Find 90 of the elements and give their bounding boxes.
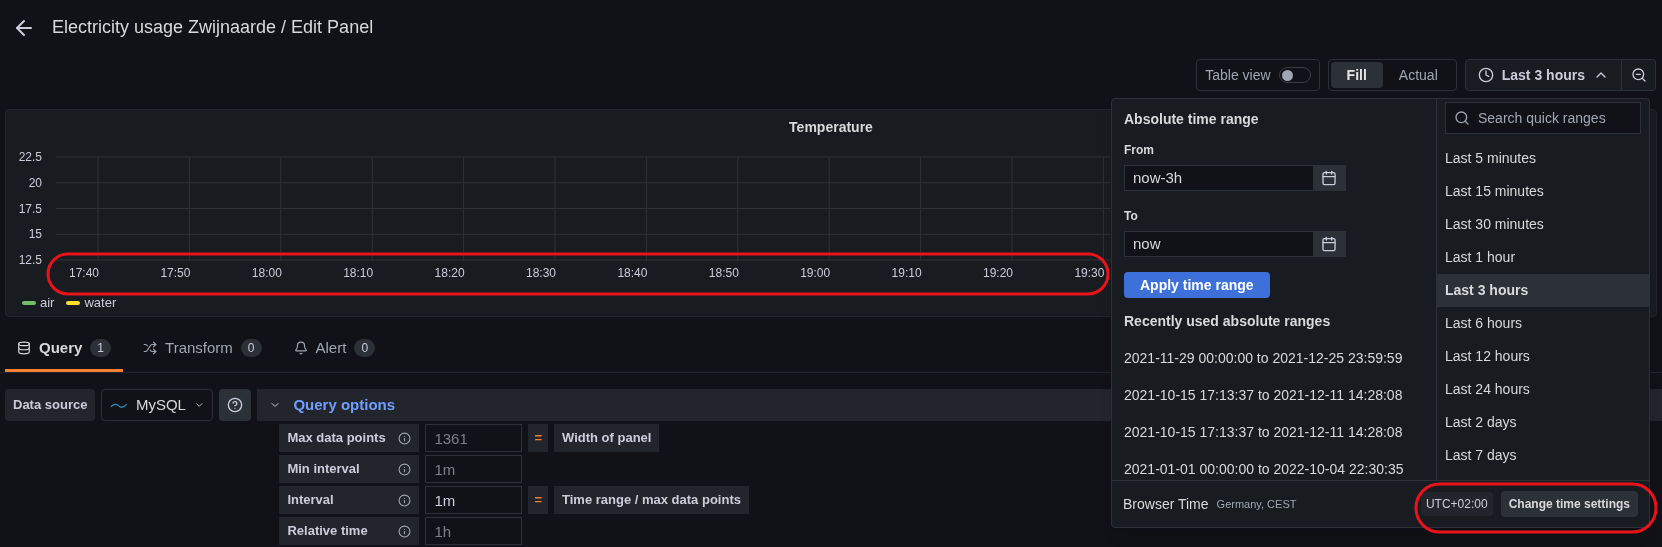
time-picker-button[interactable]: Last 3 hours [1464, 59, 1622, 91]
x-axis-label: 19:00 [800, 266, 831, 280]
page-title: Electricity usage Zwijnaarde / Edit Panel [52, 16, 374, 39]
option-note: Width of panel [554, 424, 660, 452]
x-axis-label: 17:50 [160, 266, 191, 280]
info-icon[interactable] [398, 493, 412, 507]
data-source-select[interactable]: MySQL [101, 389, 214, 421]
x-axis-label: 18:10 [343, 266, 374, 280]
quick-range-item[interactable]: Last 30 minutes [1437, 208, 1649, 241]
quick-range-item[interactable]: Last 1 hour [1437, 241, 1649, 274]
y-axis-label: 17.5 [18, 201, 42, 216]
section-title: Absolute time range [1124, 110, 1260, 129]
help-button[interactable] [219, 389, 252, 421]
calendar-icon [1321, 170, 1337, 187]
legend-label: air [40, 294, 55, 312]
info-icon[interactable] [398, 431, 412, 445]
calendar-button[interactable] [1313, 166, 1345, 191]
search-input[interactable]: Search quick ranges [1478, 107, 1632, 129]
editor-tab[interactable]: Alert 0 [281, 328, 388, 372]
option-label-text: Relative time [287, 522, 368, 541]
from-input[interactable]: now-3h [1125, 166, 1313, 191]
zoom-out-button[interactable] [1622, 59, 1656, 91]
utc-offset: UTC+02:00 [1420, 492, 1493, 516]
option-input[interactable]: 1h [425, 517, 523, 545]
x-axis-label: 19:30 [1074, 266, 1105, 280]
apply-button[interactable]: Apply time range [1124, 272, 1270, 298]
quick-range-item[interactable]: Last 7 days [1437, 439, 1649, 472]
x-axis-label: 17:40 [69, 266, 99, 280]
quick-range-item[interactable]: Last 15 minutes [1437, 175, 1649, 208]
option-input[interactable]: 1361 [425, 424, 523, 452]
equals-sign: = [528, 486, 548, 514]
y-axis-label: 20 [28, 175, 42, 190]
y-axis-label: 15 [28, 227, 42, 242]
equals-sign: = [528, 424, 548, 452]
count-badge: 0 [240, 338, 262, 357]
section-title: Recently used absolute ranges [1124, 312, 1332, 331]
quick-range-item[interactable]: Last 3 hours [1437, 274, 1649, 307]
calendar-button[interactable] [1313, 232, 1345, 257]
from-field[interactable]: now-3h [1124, 165, 1346, 192]
change-time-settings-button[interactable]: Change time settings [1500, 491, 1638, 517]
legend-label: water [84, 294, 117, 312]
data-source-label: Data source [5, 389, 96, 421]
quick-range-item[interactable]: Last 12 hours [1437, 340, 1649, 373]
zoom-out-icon [1630, 67, 1647, 83]
tab-icon [293, 340, 308, 355]
quick-range-item[interactable]: Last 5 minutes [1437, 142, 1649, 175]
info-icon[interactable] [398, 462, 412, 476]
option-input[interactable]: 1m [425, 486, 523, 514]
size-mode-button[interactable]: Fill [1330, 62, 1383, 88]
y-axis-label: 22.5 [18, 150, 42, 164]
editor-tab[interactable]: Transform 0 [131, 328, 274, 372]
tab-icon [143, 340, 158, 355]
x-axis-label: 18:50 [708, 266, 739, 280]
option-label-text: Interval [287, 491, 334, 510]
size-mode-button[interactable]: Actual [1382, 62, 1454, 88]
option-note: Time range / max data points [554, 486, 749, 514]
editor-tab[interactable]: Query 1 [5, 328, 124, 372]
x-axis-label: 19:10 [891, 266, 922, 280]
field-label: To [1124, 208, 1139, 226]
toggle-switch[interactable] [1278, 67, 1311, 83]
help-icon [227, 397, 244, 413]
option-label-text: Min interval [287, 460, 360, 479]
database-logo-icon [110, 401, 128, 409]
timezone-label: Browser Time [1123, 494, 1209, 514]
timezone-location: Germany, CEST [1216, 496, 1297, 512]
calendar-icon [1321, 236, 1337, 253]
info-icon[interactable] [398, 524, 412, 538]
search-field[interactable]: Search quick ranges [1445, 102, 1641, 134]
x-axis-label: 19:20 [983, 266, 1013, 280]
table-view-toggle[interactable]: Table view [1196, 59, 1320, 91]
tab-icon [17, 340, 31, 355]
recent-range-item[interactable]: 2021-11-29 00:00:00 to 2021-12-25 23:59:59 [1124, 348, 1424, 369]
y-axis-label: 12.5 [18, 253, 42, 267]
count-badge: 0 [354, 338, 376, 357]
recent-range-item[interactable]: 2021-01-01 00:00:00 to 2022-10-04 22:30:35 [1124, 459, 1424, 480]
option-input[interactable]: 1m [425, 455, 523, 483]
search-icon [1454, 110, 1470, 126]
recent-range-item[interactable]: 2021-10-15 17:13:37 to 2021-12-11 14:28:08 [1124, 422, 1424, 443]
quick-range-item[interactable]: Last 6 hours [1437, 307, 1649, 340]
x-axis-label: 18:20 [434, 266, 465, 280]
option-label-text: Max data points [287, 429, 386, 448]
x-axis-label: 18:00 [251, 266, 282, 280]
count-badge: 1 [90, 338, 112, 357]
panel-title: Temperature [789, 117, 873, 137]
clock-icon [1477, 67, 1494, 83]
x-axis-label: 18:40 [617, 266, 648, 280]
to-field[interactable]: now [1124, 231, 1346, 258]
to-input[interactable]: now [1125, 232, 1313, 257]
x-axis-label: 18:30 [526, 266, 556, 280]
field-label: From [1124, 142, 1155, 159]
